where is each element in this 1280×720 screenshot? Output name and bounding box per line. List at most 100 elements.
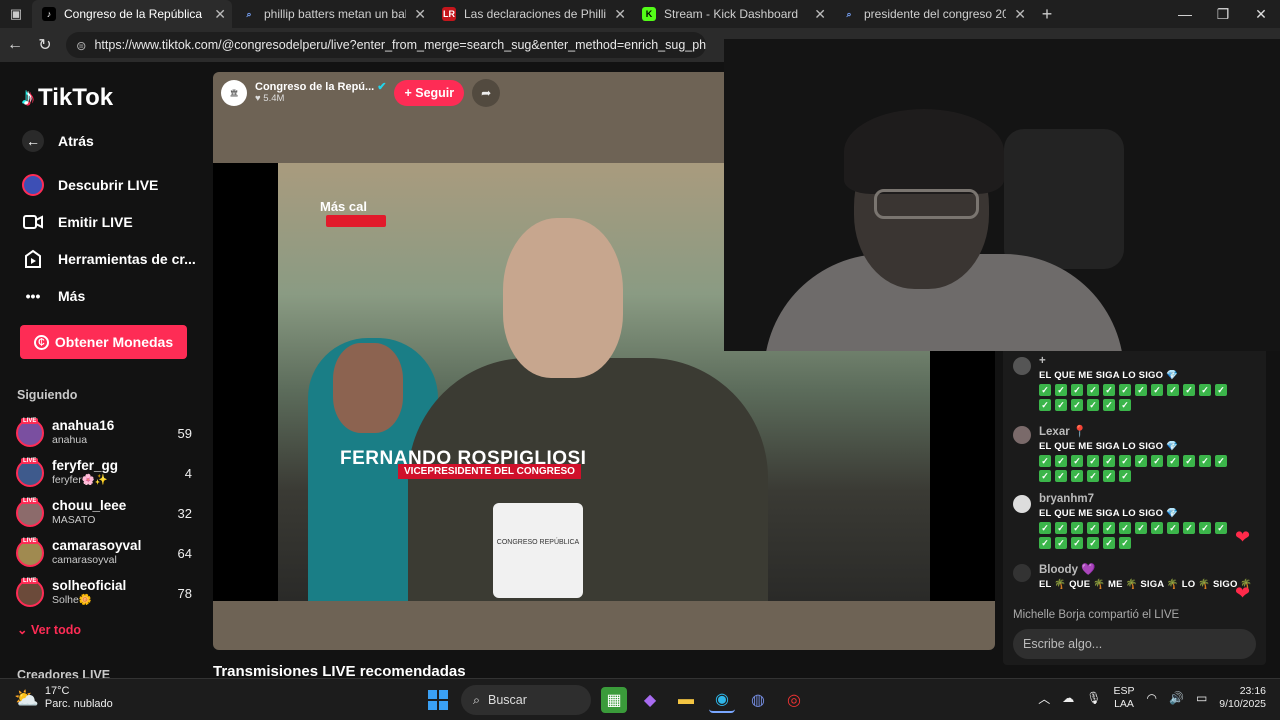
tab-search-presidente[interactable]: ⌕ presidente del congreso 2025 de ✕ xyxy=(832,0,1032,28)
clock[interactable]: 23:16 9/10/2025 xyxy=(1219,685,1266,711)
check-emoji-icon: ✓ xyxy=(1071,470,1083,482)
weather-text: Parc. nublado xyxy=(44,698,113,710)
follow-button[interactable]: + Seguir xyxy=(394,80,465,106)
battery-icon[interactable]: ▭ xyxy=(1196,691,1207,705)
chevron-up-icon[interactable]: ︿ xyxy=(1038,690,1050,707)
tab-kick-dashboard[interactable]: K Stream - Kick Dashboard ✕ xyxy=(632,0,832,28)
avatar: LIVE xyxy=(16,418,44,447)
check-emoji-icon: ✓ xyxy=(1039,455,1051,467)
check-emojis: ✓ ✓ ✓ ✓ ✓ ✓ ✓ ✓ ✓ ✓ ✓ ✓ ✓ ✓ ✓ ✓ ✓ ✓ xyxy=(1039,522,1235,549)
close-tab-icon[interactable]: ✕ xyxy=(614,6,626,23)
copilot-icon[interactable]: ◆ xyxy=(637,687,663,713)
following-item[interactable]: LIVE anahua16 anahua 59 xyxy=(16,415,192,451)
chat-input[interactable]: Escribe algo... xyxy=(1013,629,1256,659)
taskbar-search[interactable]: ⌕ Buscar xyxy=(461,685,591,715)
check-emoji-icon: ✓ xyxy=(1039,399,1051,411)
check-emoji-icon: ✓ xyxy=(1119,455,1131,467)
nav-herramientas[interactable]: Herramientas de cr... xyxy=(22,248,196,270)
check-emoji-icon: ✓ xyxy=(1071,537,1083,549)
check-emoji-icon: ✓ xyxy=(1103,470,1115,482)
new-tab-button[interactable]: + xyxy=(1032,4,1062,25)
check-emoji-icon: ✓ xyxy=(1167,384,1179,396)
host-avatar[interactable]: 🏛 xyxy=(221,80,247,106)
host-name[interactable]: Congreso de la Repú... ✔ xyxy=(255,81,386,93)
discord-icon[interactable]: ◍ xyxy=(745,687,771,713)
check-emoji-icon: ✓ xyxy=(1215,455,1227,467)
file-explorer-icon[interactable]: ▬ xyxy=(673,687,699,713)
back-arrow-icon[interactable]: ← xyxy=(0,36,30,54)
maximize-icon[interactable]: ❐ xyxy=(1204,6,1242,23)
nav-descubrir-live[interactable]: Descubrir LIVE xyxy=(22,174,158,196)
weather-widget[interactable]: ⛅ 17°C Parc. nublado xyxy=(14,685,113,711)
coin-icon: ₵ xyxy=(33,334,49,350)
close-tab-icon[interactable]: ✕ xyxy=(214,6,226,23)
onedrive-icon[interactable]: ☁ xyxy=(1062,691,1074,705)
back-button[interactable]: ← Atrás xyxy=(22,130,94,152)
chat-text: EL QUE ME SIGA LO SIGO 💎 xyxy=(1039,508,1179,519)
see-all-label: Ver todo xyxy=(30,623,81,637)
following-item[interactable]: LIVE feryfer_gg feryfer🌸✨ 4 xyxy=(16,455,192,491)
following-item[interactable]: LIVE solheoficial Solhe🌼 78 xyxy=(16,575,192,611)
minimize-icon[interactable]: — xyxy=(1166,6,1204,23)
check-emoji-icon: ✓ xyxy=(1071,455,1083,467)
viewer-count: 4 xyxy=(184,465,192,481)
check-emoji-icon: ✓ xyxy=(1135,384,1147,396)
microphone-icon[interactable]: 🎙 xyxy=(1086,691,1101,705)
microphone-cube: CONGRESO REPÚBLICA xyxy=(493,503,583,598)
check-emoji-icon: ✓ xyxy=(1199,522,1211,534)
get-coins-button[interactable]: ₵ Obtener Monedas xyxy=(20,325,187,359)
tab-actions-icon[interactable]: ▣ xyxy=(0,0,32,28)
host-likes: ♥ 5.4M xyxy=(255,93,285,104)
edge-icon[interactable]: ◉ xyxy=(709,687,735,713)
tiktok-icon: ♪ xyxy=(42,7,56,21)
close-tab-icon[interactable]: ✕ xyxy=(814,6,826,23)
reload-icon[interactable]: ↻ xyxy=(30,35,60,55)
avatar[interactable] xyxy=(1013,564,1031,582)
nav-emitir-live[interactable]: Emitir LIVE xyxy=(22,211,133,233)
video-camera-icon xyxy=(22,211,44,233)
share-icon[interactable]: ➦ xyxy=(472,79,501,107)
person-hair xyxy=(844,109,1004,194)
following-item[interactable]: LIVE camarasoyval camarasoyval 64 xyxy=(16,535,192,571)
minecraft-icon[interactable]: ▦ xyxy=(601,687,627,713)
app-icon[interactable]: ◎ xyxy=(781,687,807,713)
avatar[interactable] xyxy=(1013,495,1031,513)
avatar[interactable] xyxy=(1013,357,1031,375)
url-field[interactable]: ⊜ https://www.tiktok.com/@congresodelper… xyxy=(66,32,706,58)
close-tab-icon[interactable]: ✕ xyxy=(414,6,426,23)
tab-search-batters[interactable]: ⌕ phillip batters metan un bala e la ✕ xyxy=(232,0,432,28)
window-controls: — ❐ ✕ xyxy=(1166,6,1280,23)
chat-user[interactable]: + xyxy=(1039,355,1253,367)
avatar: LIVE xyxy=(16,578,44,607)
viewer-count: 59 xyxy=(177,425,192,441)
chat-user[interactable]: Bloody 💜 xyxy=(1039,562,1253,576)
windows-taskbar: ⛅ 17°C Parc. nublado ⌕ Buscar ▦ ◆ ▬ ◉ ◍ … xyxy=(0,678,1280,720)
windows-start-icon[interactable] xyxy=(425,687,451,713)
avatar[interactable] xyxy=(1013,426,1031,444)
tab-lr-article[interactable]: LR Las declaraciones de Phillip Butt ✕ xyxy=(432,0,632,28)
following-item[interactable]: LIVE chouu_leee MASATO 32 xyxy=(16,495,192,531)
chat-user[interactable]: Lexar 📍 xyxy=(1039,424,1253,438)
tiktok-logo[interactable]: ♪ TikTok xyxy=(22,84,113,112)
close-tab-icon[interactable]: ✕ xyxy=(1014,6,1026,23)
tab-tiktok[interactable]: ♪ Congreso de la República (@con ✕ xyxy=(32,0,232,28)
check-emoji-icon: ✓ xyxy=(1055,470,1067,482)
close-window-icon[interactable]: ✕ xyxy=(1242,6,1280,23)
viewer-count: 32 xyxy=(177,505,192,521)
chat-user[interactable]: bryanhm7 xyxy=(1039,493,1253,505)
chat-text: EL QUE ME SIGA LO SIGO 💎 xyxy=(1039,441,1179,452)
wifi-icon[interactable]: ◠ xyxy=(1147,691,1157,705)
tiktok-sidebar: ♪ TikTok ← Atrás Descubrir LIVE Emitir L… xyxy=(0,62,205,678)
site-info-icon[interactable]: ⊜ xyxy=(76,38,86,53)
see-all-link[interactable]: ⌄ Ver todo xyxy=(17,622,81,637)
volume-icon[interactable]: 🔊 xyxy=(1169,691,1184,705)
follow-name: chouu_leee xyxy=(52,498,127,513)
verified-icon: ✔ xyxy=(377,81,387,93)
check-emoji-icon: ✓ xyxy=(1055,399,1067,411)
logo-text: TikTok xyxy=(38,84,114,111)
live-globe-icon xyxy=(22,174,44,196)
check-emoji-icon: ✓ xyxy=(1071,384,1083,396)
nav-mas[interactable]: ••• Más xyxy=(22,285,86,307)
language-indicator[interactable]: ESP LAA xyxy=(1113,685,1134,711)
check-emoji-icon: ✓ xyxy=(1103,455,1115,467)
